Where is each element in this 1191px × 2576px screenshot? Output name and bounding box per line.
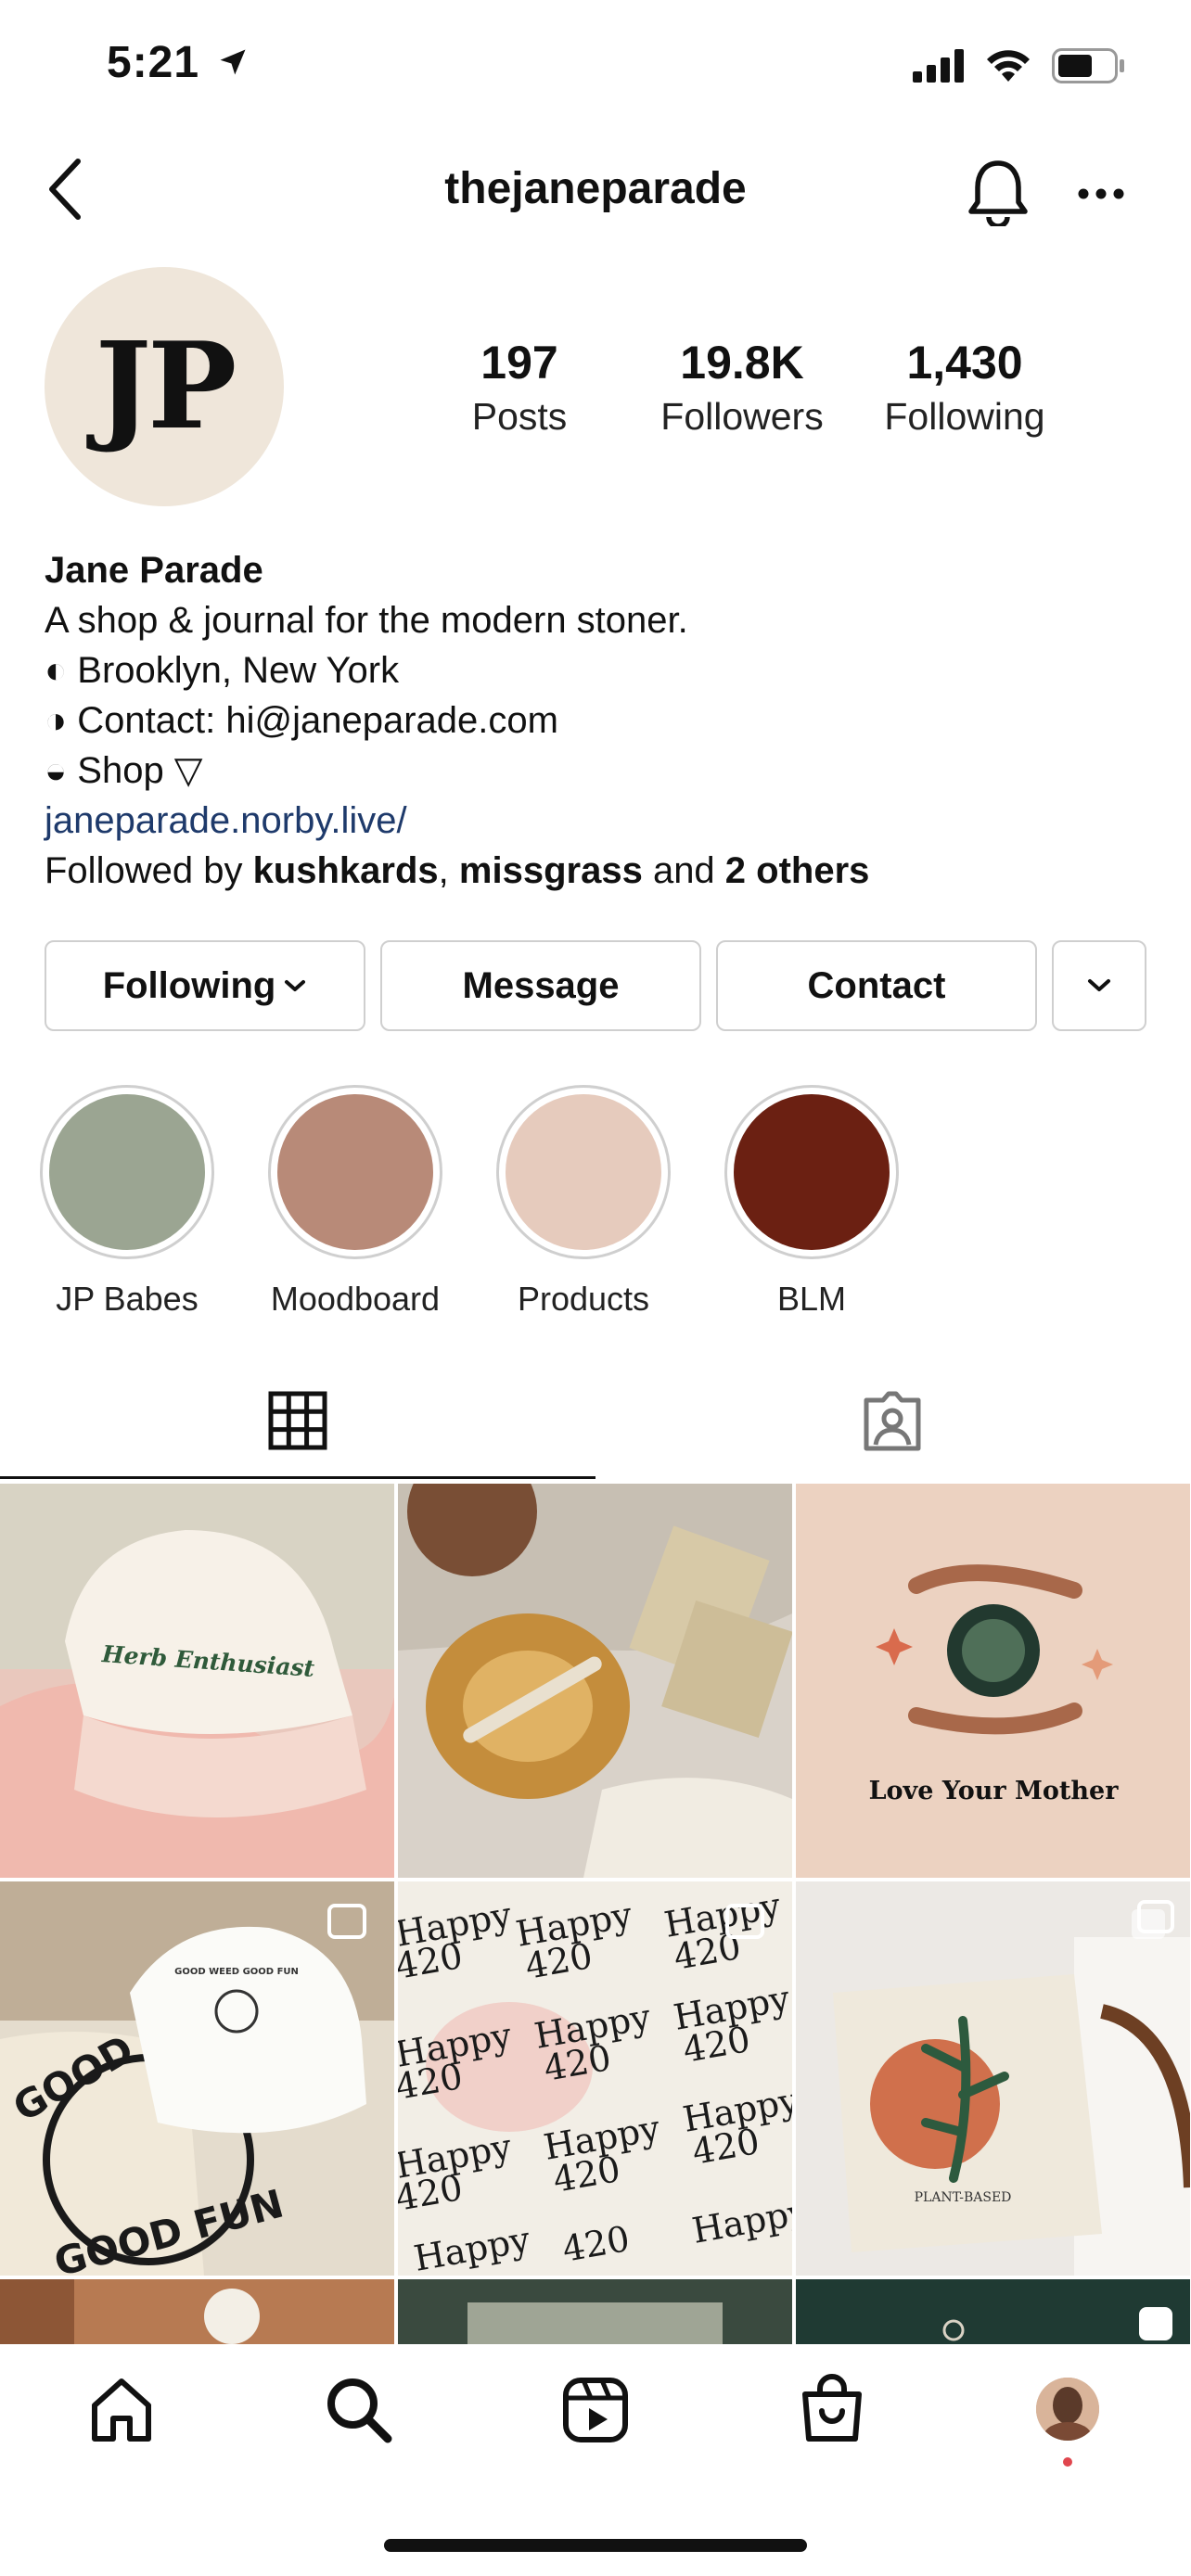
grid-icon[interactable] [268, 1391, 327, 1450]
location-arrow-icon [220, 49, 246, 75]
following-label: Following [884, 395, 1045, 438]
hat-text: GOOD WEED GOOD FUN [174, 1967, 299, 1977]
shop-icon[interactable] [798, 2374, 866, 2444]
post-image-ashtray [398, 1484, 792, 1878]
post-thumbnail[interactable]: Love Your Mother [796, 1484, 1190, 1878]
following-button[interactable]: Following [45, 940, 365, 1031]
followed-by-user[interactable]: missgrass [459, 850, 643, 891]
profile-avatar-nav[interactable] [1036, 2378, 1099, 2441]
highlight-label: JP Babes [56, 1280, 198, 1318]
avatar-initials: JP [95, 317, 237, 456]
bio-line-shop[interactable]: ◒ Shop ▽ [45, 746, 1139, 796]
highlight-label: Products [517, 1280, 650, 1318]
tagged-icon[interactable] [861, 1391, 924, 1452]
highlight-cover [734, 1094, 890, 1250]
post-image-forest [398, 2279, 792, 2344]
message-button[interactable]: Message [380, 940, 701, 1031]
post-thumbnail[interactable] [398, 2279, 792, 2344]
more-options-icon[interactable] [1078, 187, 1124, 200]
status-icons [913, 48, 1126, 83]
post-image-dark-green [796, 2279, 1190, 2344]
post-image-happy-420: Happy 420 Happy 420 Happy 420 Happy 420 … [398, 1881, 792, 2276]
followers-count: 19.8K [680, 337, 804, 389]
active-tab-indicator [0, 1476, 596, 1479]
highlight-cover [277, 1094, 433, 1250]
highlight-ring [268, 1085, 442, 1259]
post-image-good-fun-hat: GOOD GOOD FUN GOOD WEED GOOD FUN [0, 1881, 394, 2276]
followed-by-user[interactable]: kushkards [253, 850, 439, 891]
posts-count: 197 [480, 337, 558, 389]
profile-nav-avatar-image [1036, 2378, 1099, 2441]
highlight-cover [506, 1094, 661, 1250]
highlight-label: Moodboard [270, 1280, 441, 1318]
reels-icon[interactable] [561, 2376, 630, 2444]
contact-button-label: Contact [807, 964, 946, 1006]
stat-following[interactable]: 1,430 Following [863, 336, 1067, 439]
followed-by-separator: , [438, 850, 459, 891]
highlight-jp-babes[interactable]: JP Babes [40, 1085, 214, 1319]
search-icon[interactable] [325, 2376, 393, 2444]
post-thumbnail[interactable]: Herb Enthusiast [0, 1484, 394, 1878]
plant-based-text: PLANT-BASED [915, 2190, 1012, 2205]
post-thumbnail[interactable]: Happy 420 Happy 420 Happy 420 Happy 420 … [398, 1881, 792, 2276]
bell-icon[interactable] [967, 158, 1030, 226]
highlight-blm[interactable]: BLM [724, 1085, 899, 1319]
suggested-accounts-button[interactable] [1052, 940, 1146, 1031]
post-image-wood [0, 2279, 394, 2344]
message-button-label: Message [462, 964, 620, 1006]
highlight-moodboard[interactable]: Moodboard [268, 1085, 442, 1319]
post-thumbnail[interactable]: GOOD GOOD FUN GOOD WEED GOOD FUN [0, 1881, 394, 2276]
post-thumbnail[interactable]: PLANT-BASED [796, 1881, 1190, 2276]
bio-line: A shop & journal for the modern stoner. [45, 600, 688, 641]
highlight-products[interactable]: Products [496, 1085, 671, 1319]
home-indicator [384, 2539, 807, 2552]
post-thumbnail[interactable] [796, 2279, 1190, 2344]
highlight-ring [496, 1085, 671, 1259]
contact-button[interactable]: Contact [716, 940, 1037, 1031]
followed-by[interactable]: Followed by kushkards, missgrass and 2 o… [45, 846, 1139, 896]
profile-name: Jane Parade [45, 550, 263, 591]
bio-line: ◑ Contact: hi@janeparade.com [45, 700, 558, 741]
stat-posts[interactable]: 197 Posts [417, 336, 621, 439]
wifi-icon [987, 50, 1030, 82]
highlight-ring [40, 1085, 214, 1259]
highlight-label: BLM [776, 1280, 847, 1318]
status-time: 5:21 [107, 37, 250, 88]
profile-avatar[interactable]: JP [45, 267, 284, 506]
post-thumbnail[interactable] [398, 1484, 792, 1878]
followed-by-prefix: Followed by [45, 850, 253, 891]
battery-icon [1052, 48, 1124, 83]
home-icon[interactable] [87, 2376, 156, 2444]
followers-label: Followers [660, 395, 824, 438]
post-image-plant-based-tote: PLANT-BASED [796, 1881, 1190, 2276]
signal-icon [913, 49, 964, 83]
post-image-love-your-mother: Love Your Mother [796, 1484, 1190, 1878]
followed-by-others[interactable]: 2 others [725, 850, 870, 891]
status-time-text: 5:21 [107, 38, 200, 87]
followed-by-conjunction: and [642, 850, 725, 891]
stat-followers[interactable]: 19.8K Followers [640, 336, 844, 439]
love-your-mother-text: Love Your Mother [869, 1777, 1120, 1805]
post-thumbnail[interactable] [0, 2279, 394, 2344]
following-button-label: Following [102, 964, 276, 1006]
bio-link[interactable]: janeparade.norby.live/ [45, 796, 1139, 846]
posts-label: Posts [471, 395, 568, 438]
chevron-down-icon [285, 980, 306, 991]
following-count: 1,430 [906, 337, 1023, 389]
profile-bio: Jane Parade A shop & journal for the mod… [45, 545, 1139, 896]
post-image-cap: Herb Enthusiast [0, 1484, 394, 1878]
notification-dot [1063, 2457, 1072, 2467]
chevron-down-icon [1088, 979, 1110, 991]
highlight-ring [724, 1085, 899, 1259]
highlight-cover [49, 1094, 205, 1250]
bio-line: ◐ Brooklyn, New York [45, 650, 400, 691]
